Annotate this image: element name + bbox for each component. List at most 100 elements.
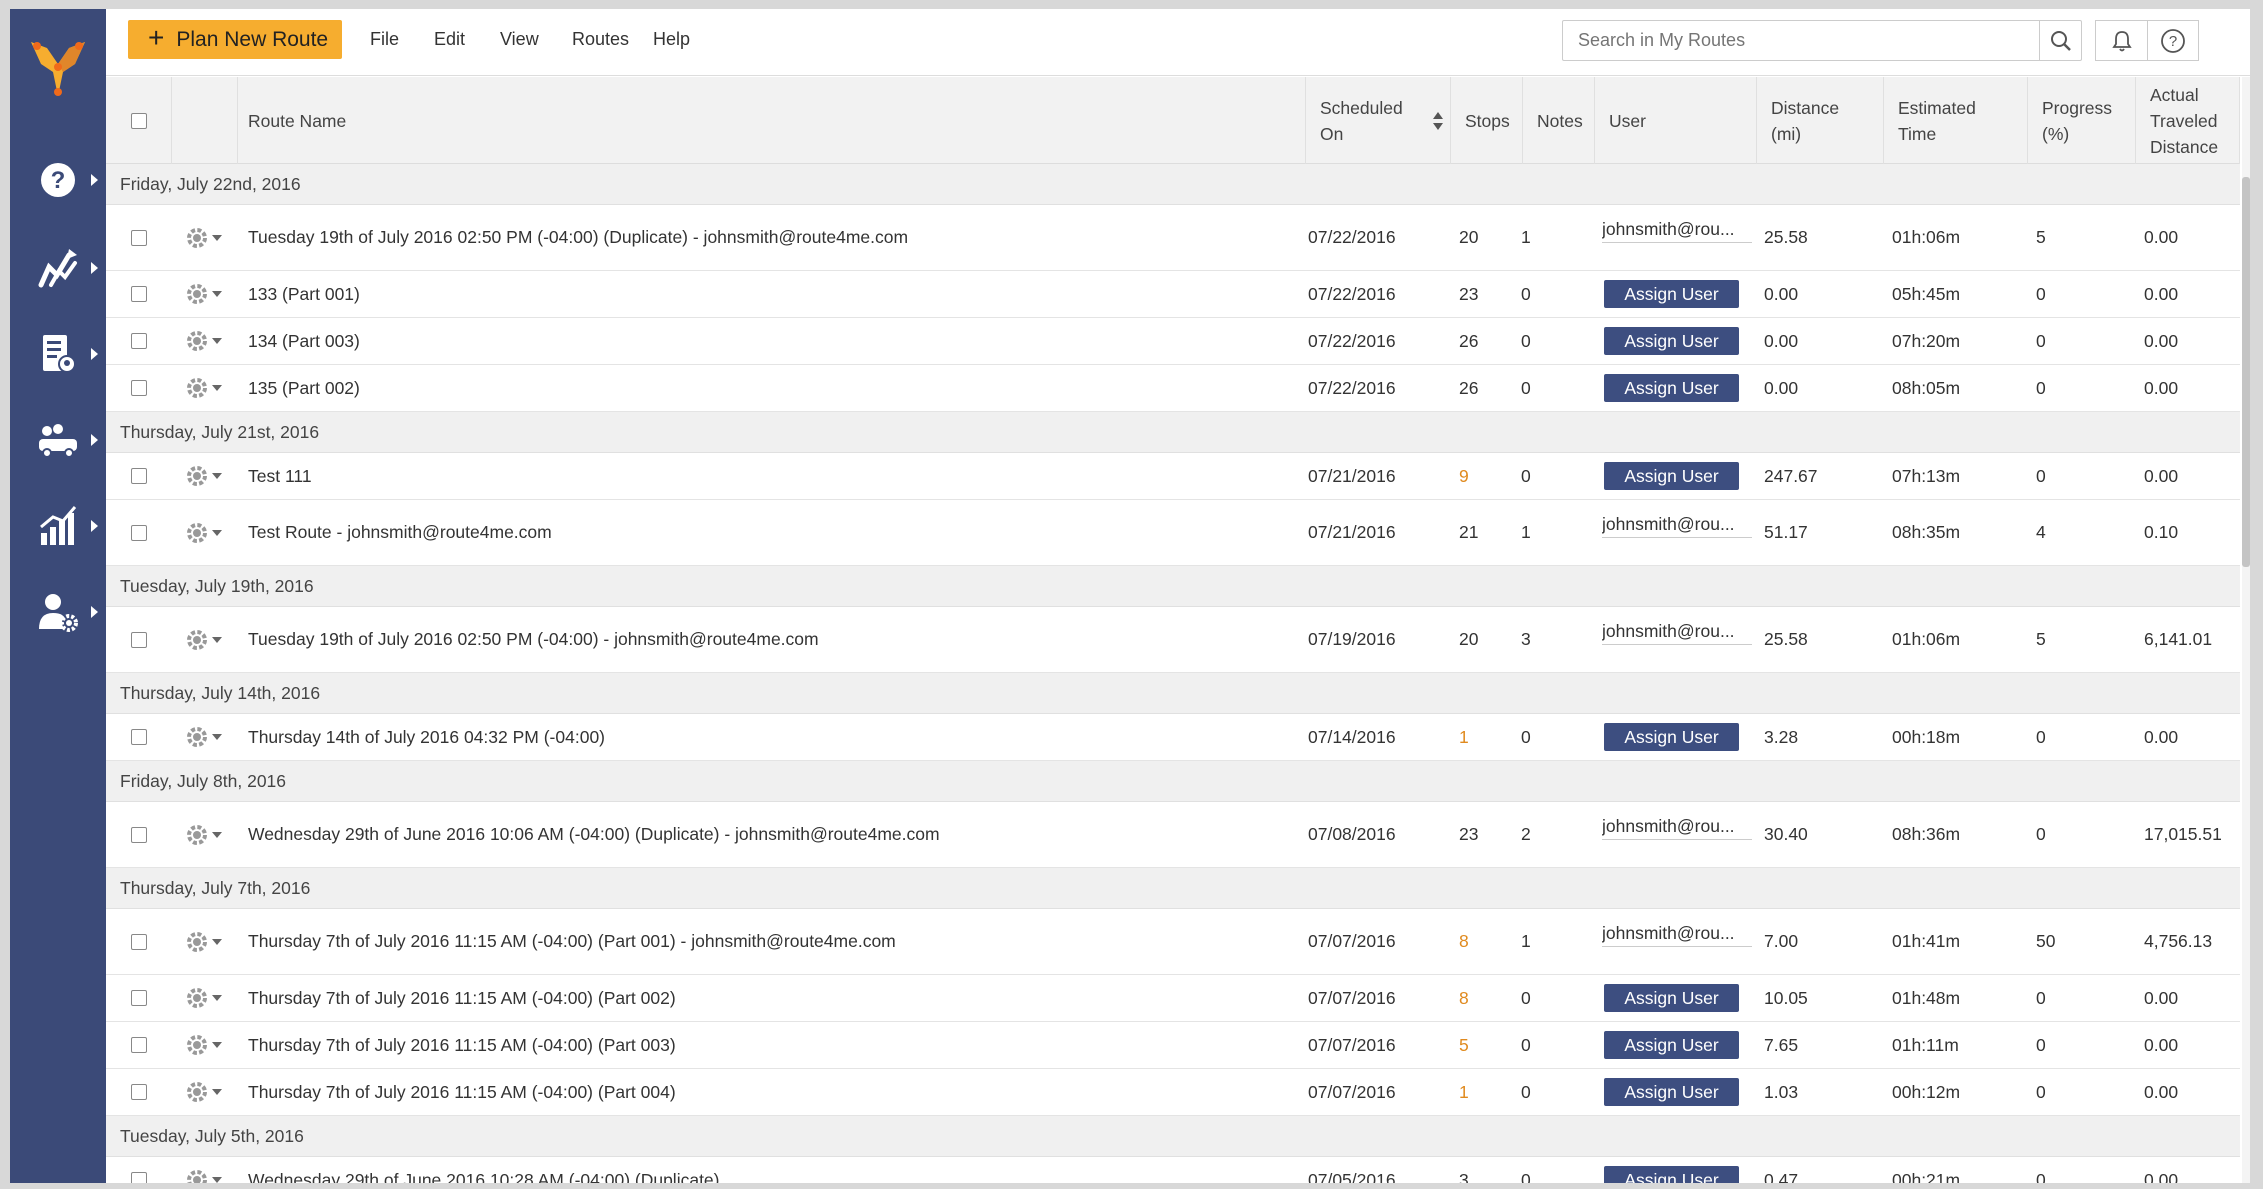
row-checkbox[interactable] <box>131 333 147 349</box>
assign-user-button[interactable]: Assign User <box>1604 280 1739 308</box>
row-checkbox[interactable] <box>131 631 147 648</box>
col-progress[interactable]: Progress (%) <box>2028 77 2136 164</box>
row-gear-menu[interactable] <box>172 225 222 251</box>
table-row[interactable]: 135 (Part 002) 07/22/2016 26 0 Assign User 0.… <box>106 365 2240 412</box>
row-gear-menu[interactable] <box>172 1167 222 1183</box>
select-all-checkbox[interactable] <box>130 112 147 129</box>
sidebar-item-fleet[interactable] <box>10 397 106 483</box>
assigned-user[interactable]: johnsmith@rou... <box>1602 219 1752 243</box>
col-notes[interactable]: Notes <box>1523 77 1595 164</box>
row-gear-menu[interactable] <box>172 520 222 546</box>
sidebar-item-analytics[interactable] <box>10 483 106 569</box>
table-row[interactable]: Wednesday 29th of June 2016 10:28 AM (-0… <box>106 1157 2240 1183</box>
menu-help[interactable]: Help <box>653 29 690 50</box>
row-checkbox[interactable] <box>131 1172 147 1183</box>
assign-user-button[interactable]: Assign User <box>1604 327 1739 355</box>
col-user[interactable]: User <box>1595 77 1757 164</box>
row-gear-menu[interactable] <box>172 1079 222 1105</box>
row-checkbox[interactable] <box>131 468 147 484</box>
user-cell: Assign User <box>1604 453 1739 499</box>
table-row[interactable]: Thursday 7th of July 2016 11:15 AM (-04:… <box>106 975 2240 1022</box>
table-row[interactable]: Wednesday 29th of June 2016 10:06 AM (-0… <box>106 802 2240 868</box>
row-checkbox[interactable] <box>131 524 147 541</box>
sidebar-item-routes[interactable] <box>10 225 106 311</box>
gear-icon <box>187 331 207 351</box>
col-scheduled-on[interactable]: Scheduled On <box>1306 77 1451 164</box>
assign-user-button[interactable]: Assign User <box>1604 723 1739 751</box>
stops-count: 23 <box>1459 824 1479 844</box>
menu-file[interactable]: File <box>370 29 399 50</box>
table-row[interactable]: Tuesday 19th of July 2016 02:50 PM (-04:… <box>106 205 2240 271</box>
row-gear-menu[interactable] <box>172 929 222 955</box>
menu-view[interactable]: View <box>500 29 539 50</box>
row-gear-menu[interactable] <box>172 463 222 489</box>
assign-user-button[interactable]: Assign User <box>1604 374 1739 402</box>
row-gear-menu[interactable] <box>172 1032 222 1058</box>
row-gear-menu[interactable] <box>172 375 222 401</box>
distance-value: 51.17 <box>1764 522 1808 542</box>
sidebar-item-help[interactable]: ? <box>10 137 106 223</box>
row-actions-cell <box>172 318 222 364</box>
user-cell: Assign User <box>1604 318 1739 364</box>
sort-icon[interactable] <box>1432 111 1444 131</box>
assign-user-button[interactable]: Assign User <box>1604 462 1739 490</box>
table-row[interactable]: Thursday 14th of July 2016 04:32 PM (-04… <box>106 714 2240 761</box>
row-gear-menu[interactable] <box>172 328 222 354</box>
col-estimated-time[interactable]: Estimated Time <box>1884 77 2028 164</box>
scrollbar-thumb[interactable] <box>2242 177 2250 567</box>
row-checkbox[interactable] <box>131 1084 147 1100</box>
assign-user-button[interactable]: Assign User <box>1604 984 1739 1012</box>
row-gear-menu[interactable] <box>172 627 222 653</box>
row-checkbox[interactable] <box>131 990 147 1006</box>
table-row[interactable]: Thursday 7th of July 2016 11:15 AM (-04:… <box>106 1022 2240 1069</box>
distance-value: 0.47 <box>1764 1169 1799 1184</box>
table-row[interactable]: Test Route - johnsmith@route4me.com 07/21… <box>106 500 2240 566</box>
col-stops[interactable]: Stops <box>1451 77 1523 164</box>
plan-new-route-button[interactable]: + Plan New Route <box>128 20 342 59</box>
row-gear-menu[interactable] <box>172 822 222 848</box>
row-checkbox[interactable] <box>131 286 147 302</box>
row-gear-menu[interactable] <box>172 724 222 750</box>
menu-edit[interactable]: Edit <box>434 29 465 50</box>
search-button[interactable] <box>2039 21 2081 60</box>
col-actual-distance[interactable]: Actual Traveled Distance <box>2136 77 2240 164</box>
stops-count: 8 <box>1459 931 1469 951</box>
stops-count: 21 <box>1459 522 1479 542</box>
table-row[interactable]: Thursday 7th of July 2016 11:15 AM (-04:… <box>106 1069 2240 1116</box>
row-gear-menu[interactable] <box>172 281 222 307</box>
table-row[interactable]: 133 (Part 001) 07/22/2016 23 0 Assign User 0.… <box>106 271 2240 318</box>
notifications-button[interactable] <box>2095 20 2147 61</box>
vertical-scrollbar[interactable] <box>2242 77 2250 1183</box>
assigned-user[interactable]: johnsmith@rou... <box>1602 923 1752 947</box>
col-distance[interactable]: Distance (mi) <box>1757 77 1884 164</box>
row-checkbox[interactable] <box>131 933 147 950</box>
assigned-user[interactable]: johnsmith@rou... <box>1602 816 1752 840</box>
assign-user-button[interactable]: Assign User <box>1604 1031 1739 1059</box>
chevron-down-icon <box>212 473 222 479</box>
menu-routes[interactable]: Routes <box>572 29 629 50</box>
assigned-user[interactable]: johnsmith@rou... <box>1602 621 1752 645</box>
help-button[interactable]: ? <box>2147 20 2199 61</box>
route-name: Thursday 14th of July 2016 04:32 PM (-04… <box>248 726 606 747</box>
row-checkbox[interactable] <box>131 826 147 843</box>
row-checkbox[interactable] <box>131 1037 147 1053</box>
search-input[interactable] <box>1563 21 2039 60</box>
table-row[interactable]: Test 111 07/21/2016 9 0 Assign User 247.67 07h… <box>106 453 2240 500</box>
row-checkbox[interactable] <box>131 229 147 246</box>
assign-user-button[interactable]: Assign User <box>1604 1078 1739 1106</box>
table-row[interactable]: Tuesday 19th of July 2016 02:50 PM (-04:… <box>106 607 2240 673</box>
col-route-name[interactable]: Route Name <box>238 77 1306 164</box>
table-row[interactable]: Thursday 7th of July 2016 11:15 AM (-04:… <box>106 909 2240 975</box>
sidebar-item-user-settings[interactable] <box>10 569 106 655</box>
row-gear-menu[interactable] <box>172 985 222 1011</box>
assigned-user[interactable]: johnsmith@rou... <box>1602 514 1752 538</box>
sidebar-item-route-book[interactable] <box>10 311 106 397</box>
table-row[interactable]: 134 (Part 003) 07/22/2016 26 0 Assign User 0.… <box>106 318 2240 365</box>
scheduled-date: 07/22/2016 <box>1308 283 1396 304</box>
row-checkbox[interactable] <box>131 729 147 745</box>
assign-user-button[interactable]: Assign User <box>1604 1166 1739 1183</box>
row-checkbox[interactable] <box>131 380 147 396</box>
route4me-logo[interactable] <box>10 9 106 129</box>
progress-value: 5 <box>2036 629 2046 649</box>
actual-distance: 4,756.13 <box>2144 931 2213 951</box>
